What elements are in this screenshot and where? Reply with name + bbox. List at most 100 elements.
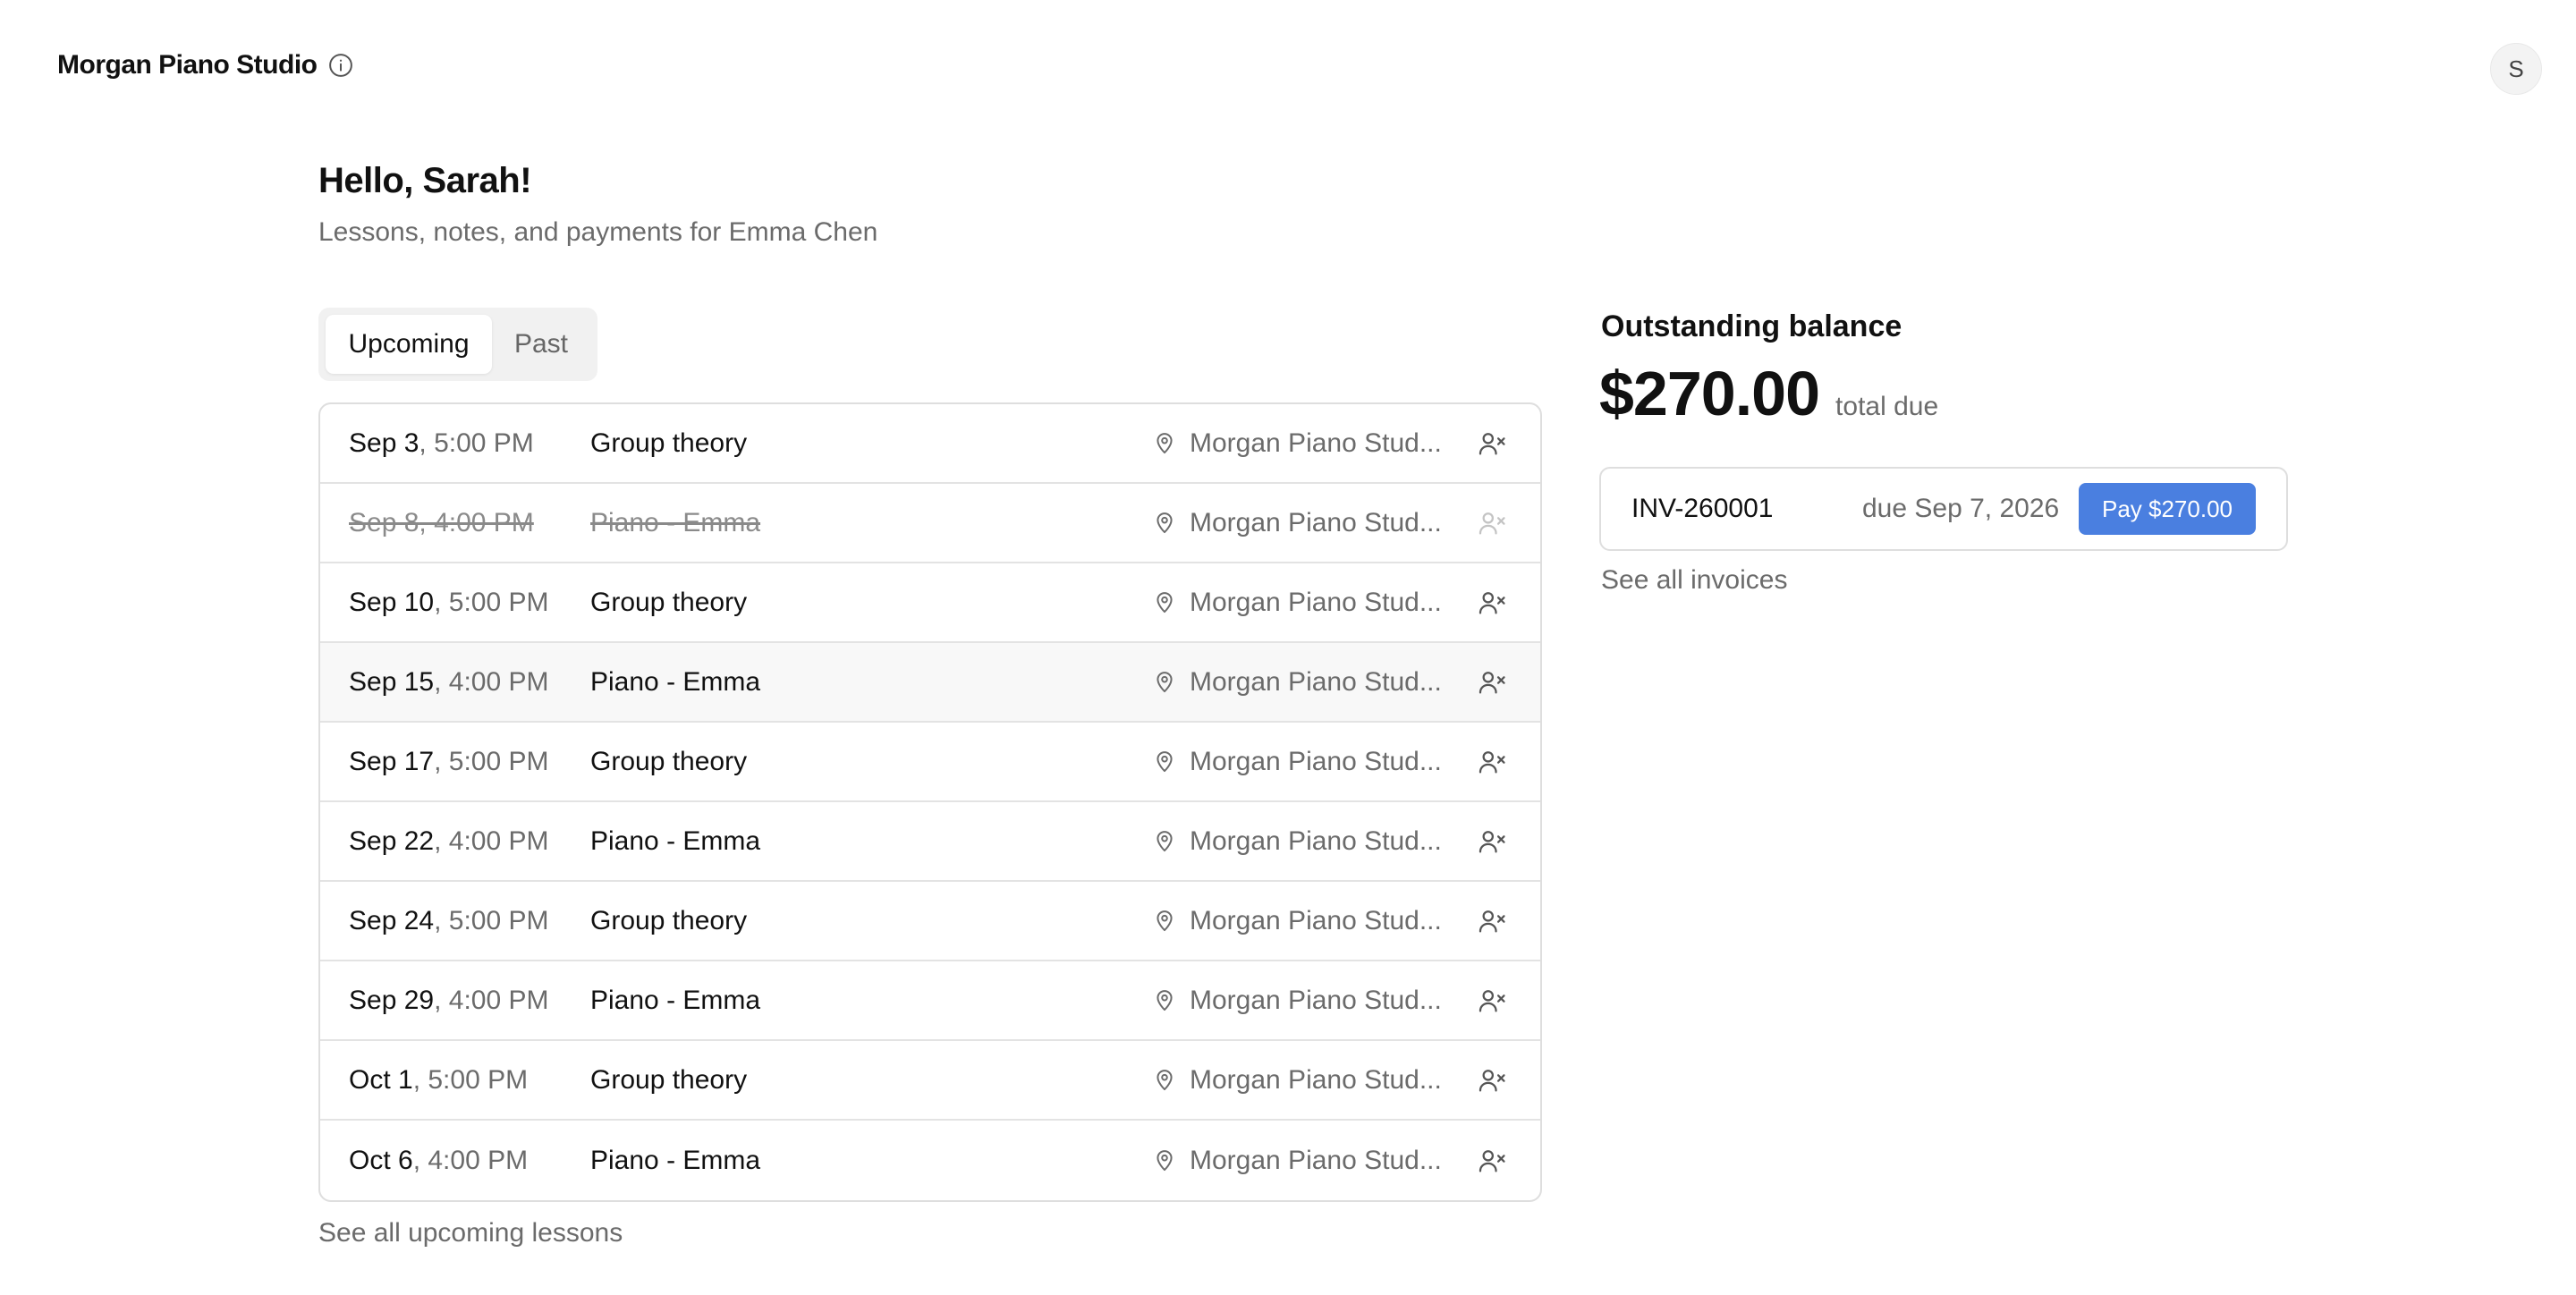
lesson-location: Morgan Piano Stud... [1152,826,1442,857]
info-icon[interactable] [326,51,355,80]
cancel-attendance-icon[interactable] [1474,744,1510,780]
lesson-date: Sep 15, 4:00 PM [349,667,549,698]
cancel-attendance-icon[interactable] [1474,426,1510,461]
lesson-row[interactable]: Sep 10, 5:00 PM Group theory Morgan Piano … [320,563,1540,643]
lesson-location: Morgan Piano Stud... [1152,588,1442,618]
tab-past[interactable]: Past [492,315,590,374]
lesson-time: , 5:00 PM [434,587,549,617]
lesson-date: Oct 6, 4:00 PM [349,1146,528,1176]
lesson-tabs: Upcoming Past [318,308,597,381]
lesson-date: Oct 1, 5:00 PM [349,1065,528,1096]
lesson-location-label: Morgan Piano Stud... [1190,507,1442,537]
lesson-title: Piano - Emma [590,1145,761,1175]
lesson-location-label: Morgan Piano Stud... [1190,1064,1442,1095]
lesson-location: Morgan Piano Stud... [1152,1146,1442,1176]
cancel-attendance-icon[interactable] [1474,585,1510,621]
balance-amount: $270.00 total due [1599,358,1938,429]
lesson-day: Sep 24 [349,905,435,935]
pay-invoice-button[interactable]: Pay $270.00 [2079,483,2256,535]
cancel-attendance-icon[interactable] [1474,824,1510,859]
lesson-date: Sep 24, 5:00 PM [349,906,549,936]
cancel-attendance-icon[interactable] [1474,903,1510,939]
lesson-date: Sep 3, 5:00 PM [349,428,534,459]
location-pin-icon [1152,987,1179,1014]
see-all-invoices-link[interactable]: See all invoices [1601,565,1787,596]
lesson-day: Sep 15 [349,666,435,697]
lesson-title: Piano - Emma [590,825,761,856]
lesson-row[interactable]: Oct 1, 5:00 PM Group theory Morgan Piano S… [320,1041,1540,1121]
location-pin-icon [1152,749,1179,775]
lesson-title: Group theory [590,905,748,935]
lesson-day: Sep 22 [349,825,435,856]
lesson-title: Piano - Emma [590,985,761,1015]
lesson-row[interactable]: Oct 6, 4:00 PM Piano - Emma Morgan Piano S… [320,1121,1540,1200]
balance-total: $270.00 [1599,359,1820,428]
lesson-location-label: Morgan Piano Stud... [1190,825,1442,856]
lesson-row[interactable]: Sep 3, 5:00 PM Group theory Morgan Piano S… [320,404,1540,484]
location-pin-icon [1152,1147,1179,1174]
lesson-title: Piano - Emma [590,666,761,697]
lesson-date: Sep 8, 4:00 PM [349,508,534,538]
lesson-row[interactable]: Sep 29, 4:00 PM Piano - Emma Morgan Piano … [320,961,1540,1041]
lesson-time: , 5:00 PM [434,905,549,935]
location-pin-icon [1152,510,1179,537]
cancel-attendance-icon[interactable] [1474,664,1510,700]
lesson-time: , 4:00 PM [419,507,534,537]
lesson-location-label: Morgan Piano Stud... [1190,1145,1442,1175]
lesson-time: , 5:00 PM [419,427,534,458]
lesson-date: Sep 17, 5:00 PM [349,747,549,777]
lesson-title: Group theory [590,1064,748,1095]
lesson-row[interactable]: Sep 15, 4:00 PM Piano - Emma Morgan Piano … [320,643,1540,723]
lesson-date: Sep 22, 4:00 PM [349,826,549,857]
greeting-title: Hello, Sarah! [318,161,532,200]
lesson-day: Sep 3 [349,427,419,458]
top-bar: Morgan Piano Studio [57,50,355,80]
location-pin-icon [1152,908,1179,935]
app-root: Morgan Piano Studio S Hello, Sarah! Less… [0,0,2576,1295]
location-pin-icon [1152,828,1179,855]
lesson-location-label: Morgan Piano Stud... [1190,905,1442,935]
user-avatar[interactable]: S [2490,43,2542,95]
lesson-time: , 5:00 PM [412,1064,529,1095]
lesson-location: Morgan Piano Stud... [1152,508,1442,538]
invoice-id: INV-260001 [1631,494,1774,523]
lesson-title: Group theory [590,746,748,776]
lesson-time: , 4:00 PM [412,1145,529,1175]
invoice-card: INV-260001 due Sep 7, 2026 Pay $270.00 [1599,467,2288,551]
cancel-attendance-icon[interactable] [1474,983,1510,1019]
lesson-day: Oct 6 [349,1145,413,1175]
lesson-day: Sep 8 [349,507,419,537]
lesson-location: Morgan Piano Stud... [1152,1065,1442,1096]
location-pin-icon [1152,1067,1179,1094]
studio-name: Morgan Piano Studio [57,50,318,80]
tab-upcoming[interactable]: Upcoming [326,315,492,374]
see-all-upcoming-lessons-link[interactable]: See all upcoming lessons [318,1218,623,1248]
lesson-day: Sep 29 [349,985,435,1015]
lesson-row[interactable]: Sep 24, 5:00 PM Group theory Morgan Piano … [320,882,1540,961]
lesson-title: Group theory [590,427,748,458]
lesson-location: Morgan Piano Stud... [1152,906,1442,936]
invoice-due-date: due Sep 7, 2026 [1862,494,2060,523]
lesson-time: , 4:00 PM [434,825,549,856]
lessons-list: Sep 3, 5:00 PM Group theory Morgan Piano S… [318,402,1542,1202]
location-pin-icon [1152,589,1179,616]
lesson-title: Group theory [590,587,748,617]
lesson-time: , 4:00 PM [434,666,549,697]
lesson-location: Morgan Piano Stud... [1152,428,1442,459]
lesson-location-label: Morgan Piano Stud... [1190,746,1442,776]
balance-title: Outstanding balance [1601,309,1902,343]
lesson-row[interactable]: Sep 22, 4:00 PM Piano - Emma Morgan Piano … [320,802,1540,882]
lesson-location-label: Morgan Piano Stud... [1190,587,1442,617]
location-pin-icon [1152,430,1179,457]
location-pin-icon [1152,669,1179,696]
lesson-day: Sep 17 [349,746,435,776]
lesson-day: Sep 10 [349,587,435,617]
cancel-attendance-icon[interactable] [1474,1062,1510,1098]
lesson-row[interactable]: Sep 17, 5:00 PM Group theory Morgan Piano … [320,723,1540,802]
lesson-row[interactable]: Sep 8, 4:00 PM Piano - Emma Morgan Piano S… [320,484,1540,563]
cancel-attendance-icon[interactable] [1474,1143,1510,1179]
balance-total-label: total due [1835,392,1939,421]
lesson-location: Morgan Piano Stud... [1152,986,1442,1016]
lesson-location: Morgan Piano Stud... [1152,747,1442,777]
lesson-time: , 5:00 PM [434,746,549,776]
